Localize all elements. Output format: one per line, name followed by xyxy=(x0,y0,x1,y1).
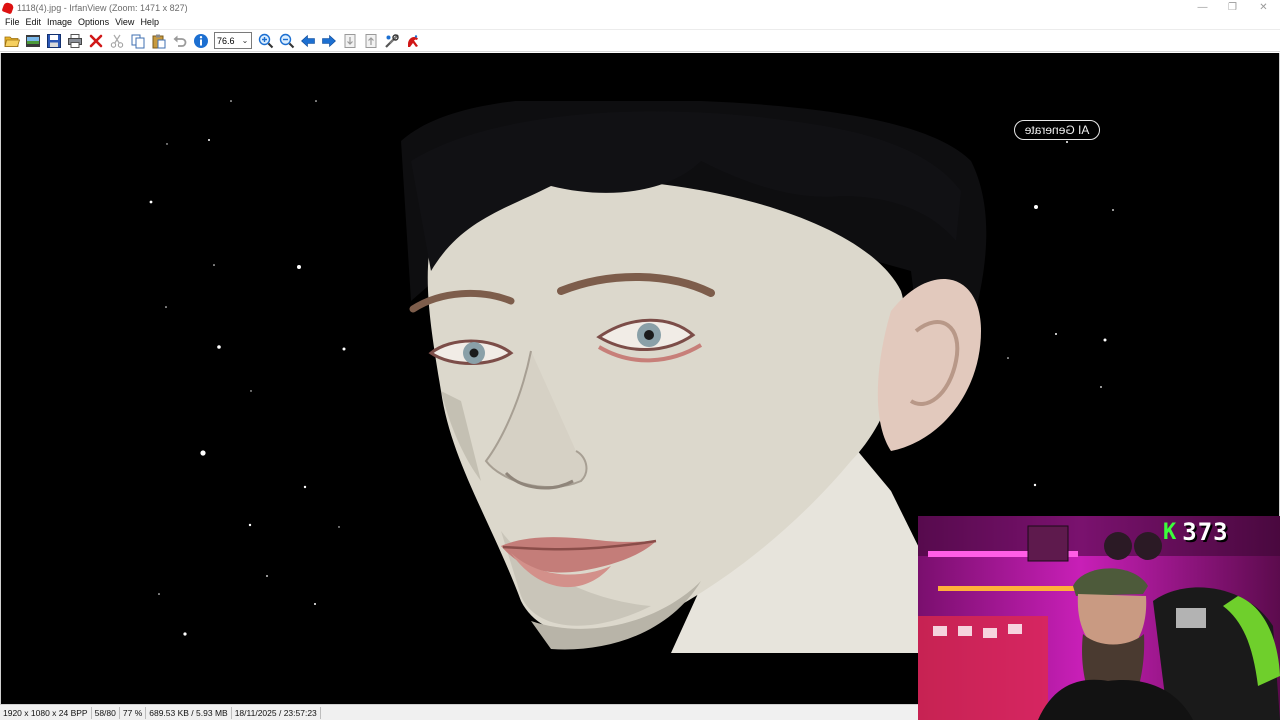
zoom-out-icon[interactable] xyxy=(276,30,297,51)
streamer-camera-feed xyxy=(918,516,1280,720)
first-page-icon[interactable] xyxy=(339,30,360,51)
plugin-icon[interactable] xyxy=(402,30,423,51)
copy-icon[interactable] xyxy=(127,30,148,51)
portrait-image xyxy=(401,101,987,653)
viewer-count: 373 xyxy=(1182,518,1229,546)
window-title: 1118(4).jpg - IrfanView (Zoom: 1471 x 82… xyxy=(17,2,188,13)
close-button[interactable]: ✕ xyxy=(1248,0,1279,15)
zoom-select[interactable]: 76.6 ⌄ xyxy=(214,32,252,49)
webcam-overlay xyxy=(918,516,1280,720)
status-zoom: 77 % xyxy=(120,706,147,719)
status-index: 58/80 xyxy=(92,706,120,719)
toolbar: 76.6 ⌄ xyxy=(0,29,1280,52)
open-folder-icon[interactable] xyxy=(1,30,22,51)
kick-logo-icon: K xyxy=(1163,519,1177,545)
menu-image[interactable]: Image xyxy=(44,15,75,29)
status-dimensions: 1920 x 1080 x 24 BPP xyxy=(0,706,92,719)
zoom-value: 76.6 xyxy=(217,35,235,46)
menu-view[interactable]: View xyxy=(112,15,137,29)
title-bar: 1118(4).jpg - IrfanView (Zoom: 1471 x 82… xyxy=(0,0,1280,15)
menu-edit[interactable]: Edit xyxy=(23,15,45,29)
delete-icon[interactable] xyxy=(85,30,106,51)
irfanview-cat-icon xyxy=(2,2,14,14)
status-bar: 1920 x 1080 x 24 BPP 58/80 77 % 689.53 K… xyxy=(0,704,918,720)
kick-viewer-badge: K 373 xyxy=(1163,518,1229,546)
last-page-icon[interactable] xyxy=(360,30,381,51)
save-icon[interactable] xyxy=(43,30,64,51)
next-icon[interactable] xyxy=(318,30,339,51)
paste-icon[interactable] xyxy=(148,30,169,51)
chevron-down-icon[interactable]: ⌄ xyxy=(240,34,250,47)
info-icon[interactable] xyxy=(190,30,211,51)
print-icon[interactable] xyxy=(64,30,85,51)
minimize-button[interactable]: — xyxy=(1187,0,1218,15)
zoom-in-icon[interactable] xyxy=(255,30,276,51)
cut-icon[interactable] xyxy=(106,30,127,51)
status-datetime: 18/11/2025 / 23:57:23 xyxy=(232,706,321,719)
menu-help[interactable]: Help xyxy=(137,15,162,29)
undo-icon[interactable] xyxy=(169,30,190,51)
ai-generate-watermark: AI Generate xyxy=(1014,120,1100,140)
previous-icon[interactable] xyxy=(297,30,318,51)
menu-options[interactable]: Options xyxy=(75,15,112,29)
restore-button[interactable]: ❐ xyxy=(1217,0,1248,15)
thumbnails-icon[interactable] xyxy=(22,30,43,51)
status-size: 689.53 KB / 5.93 MB xyxy=(146,706,232,719)
menu-bar: File Edit Image Options View Help xyxy=(0,15,1280,29)
settings-icon[interactable] xyxy=(381,30,402,51)
menu-file[interactable]: File xyxy=(2,15,23,29)
